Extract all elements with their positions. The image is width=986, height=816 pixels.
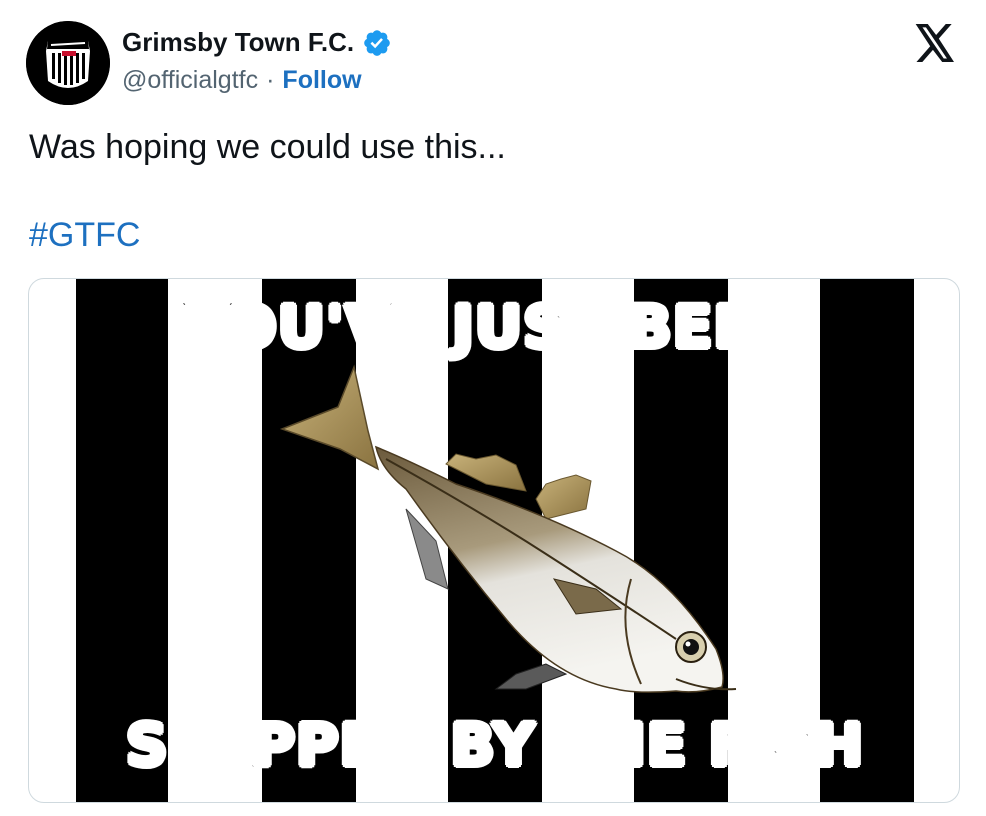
author-handle[interactable]: @officialgtfc — [122, 66, 258, 95]
follow-button[interactable]: Follow — [282, 66, 361, 95]
verified-badge-icon — [364, 29, 390, 56]
meme-top-caption: YOU'VE JUST BEEN — [185, 292, 804, 363]
tweet-text: Was hoping we could use this... — [29, 128, 506, 166]
meme-image: YOU'VE JUST BEEN SLAPPED BY THE FISH — [76, 279, 914, 802]
avatar[interactable] — [26, 21, 110, 105]
author-row: Grimsby Town F.C. — [122, 27, 392, 58]
x-logo-icon[interactable] — [913, 24, 957, 62]
grimsby-town-crest-icon — [26, 21, 110, 105]
meme-bottom-caption: SLAPPED BY THE FISH — [124, 710, 865, 781]
author-name[interactable]: Grimsby Town F.C. — [122, 27, 354, 58]
hashtag-link[interactable]: #GTFC — [29, 216, 140, 255]
handle-separator: · — [266, 66, 275, 94]
media-card[interactable]: YOU'VE JUST BEEN SLAPPED BY THE FISH — [28, 278, 960, 803]
handle-row: @officialgtfc · Follow — [122, 66, 362, 95]
